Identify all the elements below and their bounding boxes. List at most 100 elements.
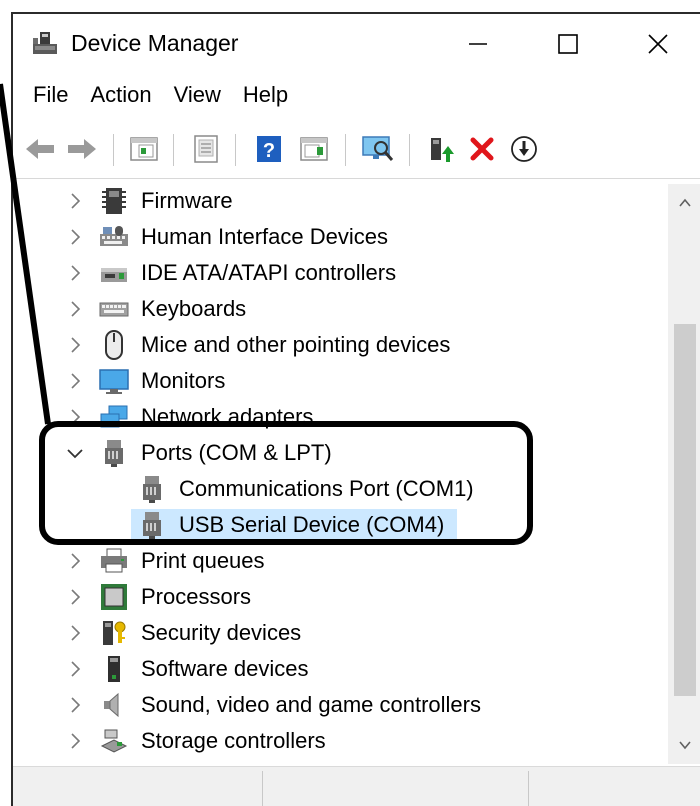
storage-controller-icon (100, 729, 128, 753)
close-button[interactable] (633, 24, 683, 64)
chevron-right-icon[interactable] (65, 551, 85, 571)
chevron-right-icon[interactable] (65, 263, 85, 283)
chevron-down-icon (679, 741, 691, 750)
tree-item-label: Monitors (141, 368, 226, 393)
chevron-right-icon[interactable] (65, 695, 85, 715)
tree-item-label: Firmware (141, 188, 233, 213)
tree-item-network-adapters[interactable]: Network adapters (13, 400, 668, 434)
tree-item-usb-serial-device-com4[interactable]: USB Serial Device (COM4) (13, 508, 668, 542)
toolbar: ? (13, 124, 700, 179)
tree-item-monitors[interactable]: Monitors (13, 364, 668, 398)
title-bar[interactable]: Device Manager (13, 14, 700, 72)
minimize-icon (469, 43, 487, 45)
tree-item-security-devices[interactable]: Security devices (13, 616, 668, 650)
monitor-icon (99, 369, 129, 394)
help-icon: ? (257, 136, 281, 162)
menu-help[interactable]: Help (232, 80, 299, 114)
chevron-down-icon[interactable] (65, 443, 85, 463)
hid-icon (100, 226, 128, 246)
disable-device-icon (511, 136, 537, 162)
window-title: Device Manager (71, 30, 239, 56)
chevron-right-icon[interactable] (65, 371, 85, 391)
scroll-down-button[interactable] (668, 728, 700, 762)
menu-file[interactable]: File (13, 80, 79, 114)
tree-item-label: Network adapters (141, 404, 314, 429)
maximize-button[interactable] (543, 24, 593, 64)
tree-item-label: USB Serial Device (COM4) (179, 512, 445, 537)
action-pane-button[interactable] (297, 132, 331, 166)
tree-item-label: Mice and other pointing devices (141, 332, 451, 357)
show-hide-console-tree-icon (130, 137, 158, 161)
network-adapter-icon (100, 405, 128, 428)
menu-bar: File Action View Help (13, 80, 299, 114)
update-driver-icon (431, 138, 454, 162)
firmware-icon (102, 188, 126, 214)
tree-item-label: Software devices (141, 656, 309, 681)
device-tree[interactable]: Firmware Human Interface Devices IDE ATA… (13, 184, 668, 764)
chevron-right-icon[interactable] (65, 335, 85, 355)
menu-view[interactable]: View (163, 80, 232, 114)
chevron-right-icon[interactable] (65, 587, 85, 607)
tree-item-label: Communications Port (COM1) (179, 476, 474, 501)
tree-item-print-queues[interactable]: Print queues (13, 544, 668, 578)
chevron-right-icon[interactable] (65, 407, 85, 427)
chevron-right-icon[interactable] (65, 227, 85, 247)
chevron-right-icon[interactable] (65, 731, 85, 751)
tree-item-ports-com-lpt[interactable]: Ports (COM & LPT) (13, 436, 668, 470)
back-arrow-icon (26, 139, 54, 159)
port-icon (143, 512, 161, 539)
tree-item-label: Ports (COM & LPT) (141, 440, 332, 465)
tree-item-human-interface-devices[interactable]: Human Interface Devices (13, 220, 668, 254)
disable-device-button[interactable] (507, 132, 541, 166)
tree-item-label: Storage controllers (141, 728, 326, 753)
tree-item-communications-port-com1[interactable]: Communications Port (COM1) (13, 472, 668, 506)
port-icon (105, 440, 123, 467)
action-pane-icon (300, 137, 328, 161)
tree-item-processors[interactable]: Processors (13, 580, 668, 614)
tree-item-mice-and-other-pointing-devices[interactable]: Mice and other pointing devices (13, 328, 668, 362)
tree-item-label: Processors (141, 584, 252, 609)
svg-text:?: ? (263, 140, 275, 162)
properties-button[interactable] (189, 132, 223, 166)
status-bar (13, 766, 700, 806)
device-manager-icon (33, 32, 57, 54)
tree-item-keyboards[interactable]: Keyboards (13, 292, 668, 326)
maximize-icon (558, 34, 578, 54)
tree-item-sound-video-and-game-controllers[interactable]: Sound, video and game controllers (13, 688, 668, 722)
chevron-right-icon[interactable] (65, 299, 85, 319)
scan-hardware-changes-button[interactable] (361, 132, 395, 166)
properties-icon (194, 135, 218, 163)
tree-item-label: Sound, video and game controllers (141, 692, 481, 717)
chevron-right-icon[interactable] (65, 191, 85, 211)
forward-arrow-icon (68, 139, 96, 159)
mouse-icon (105, 330, 123, 360)
device-manager-window: Device Manager File Action View Help ? F… (11, 12, 700, 806)
tree-item-ide-ata-atapi-controllers[interactable]: IDE ATA/ATAPI controllers (13, 256, 668, 290)
tree-item-label: Print queues (141, 548, 265, 573)
update-driver-button[interactable] (423, 132, 457, 166)
minimize-button[interactable] (453, 24, 503, 64)
status-cell (13, 771, 263, 806)
tree-item-label: Keyboards (141, 296, 247, 321)
menu-action[interactable]: Action (79, 80, 162, 114)
show-hide-console-tree-button[interactable] (127, 132, 161, 166)
vertical-scrollbar[interactable] (668, 184, 700, 764)
tree-item-firmware[interactable]: Firmware (13, 184, 668, 218)
port-icon (143, 476, 161, 503)
chevron-right-icon[interactable] (65, 623, 85, 643)
tree-item-label: Security devices (141, 620, 302, 645)
toolbar-separator (113, 134, 114, 166)
scrollbar-thumb[interactable] (674, 324, 696, 696)
back-button[interactable] (23, 132, 57, 166)
uninstall-device-icon (470, 137, 494, 161)
toolbar-separator (235, 134, 236, 166)
tree-item-software-devices[interactable]: Software devices (13, 652, 668, 686)
processor-icon (101, 584, 127, 610)
help-button[interactable]: ? (253, 132, 287, 166)
printer-icon (101, 548, 127, 573)
chevron-right-icon[interactable] (65, 659, 85, 679)
forward-button[interactable] (65, 132, 99, 166)
scroll-up-button[interactable] (668, 186, 700, 220)
tree-item-storage-controllers[interactable]: Storage controllers (13, 724, 668, 758)
uninstall-device-button[interactable] (465, 132, 499, 166)
